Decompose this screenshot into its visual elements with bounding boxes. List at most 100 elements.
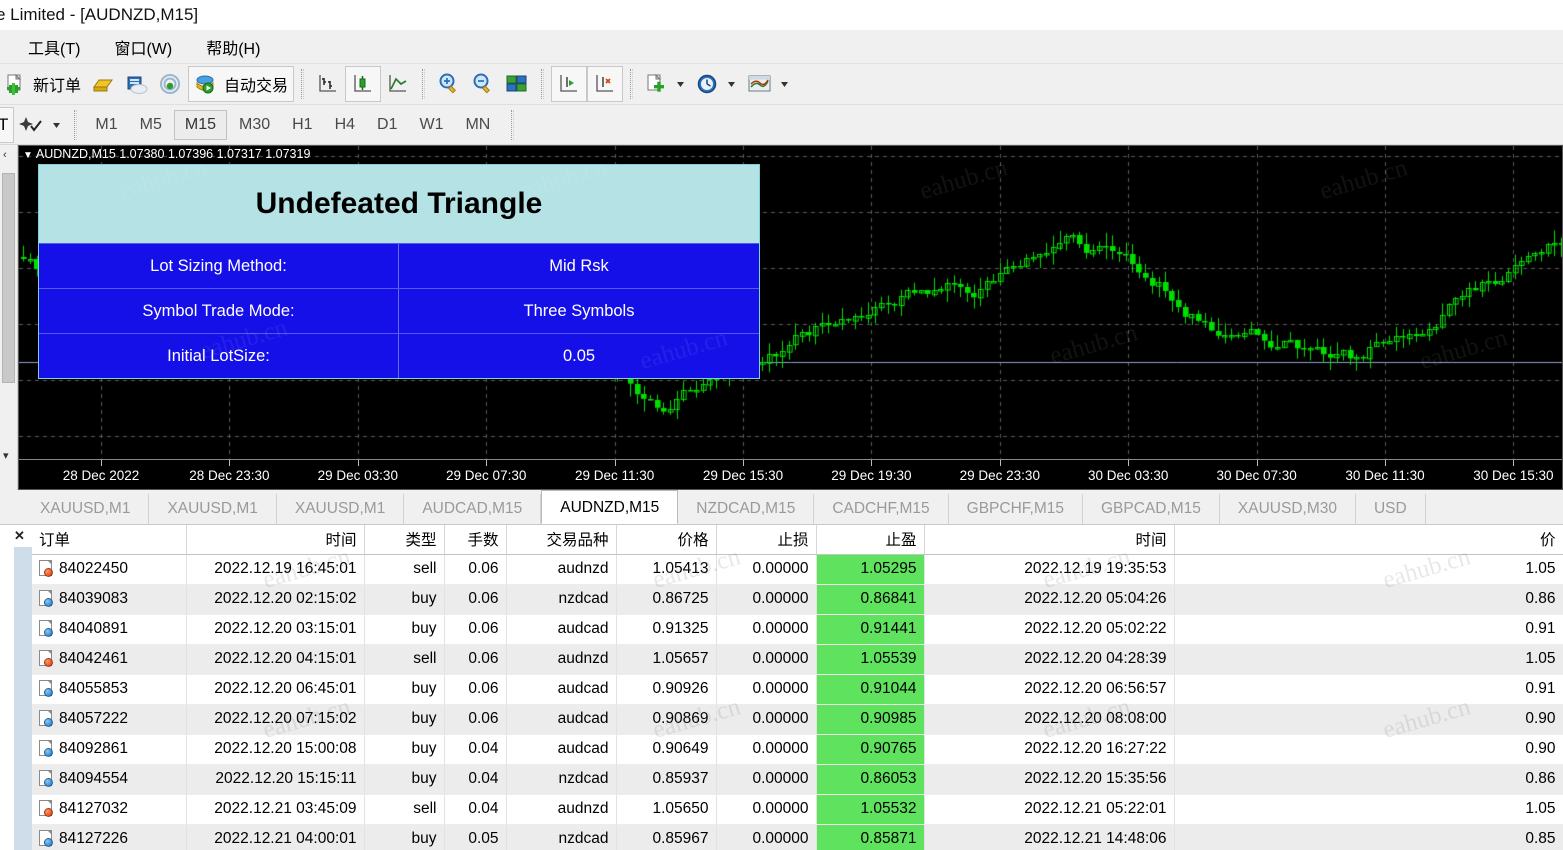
terminal-body[interactable]: 订单时间类型手数交易品种价格止损止盈时间价 840224502022.12.19… — [32, 525, 1563, 850]
period-button[interactable] — [691, 66, 742, 102]
orders-column-header[interactable]: 价 — [1174, 525, 1563, 554]
order-sl-cell: 0.00000 — [716, 794, 816, 824]
order-type-cell: buy — [364, 674, 444, 704]
tile-windows-button[interactable] — [500, 66, 534, 102]
collapse-triangle-icon[interactable]: ▼ — [23, 150, 33, 161]
signals-button[interactable] — [154, 66, 188, 102]
table-row[interactable]: 840224502022.12.19 16:45:01sell0.06audnz… — [32, 554, 1563, 584]
menu-item-help[interactable]: 帮助(H) — [206, 35, 260, 59]
orders-column-header[interactable]: 时间 — [186, 525, 364, 554]
orders-column-header[interactable]: 订单 — [32, 525, 186, 554]
menu-item-window[interactable]: 窗口(W) — [114, 35, 172, 59]
order-ticket-cell[interactable]: 84092861 — [32, 734, 186, 764]
orders-column-header[interactable]: 止损 — [716, 525, 816, 554]
table-row[interactable]: 840945542022.12.20 15:15:11buy0.04nzdcad… — [32, 764, 1563, 794]
table-row[interactable]: 840572222022.12.20 07:15:02buy0.06audcad… — [32, 704, 1563, 734]
text-tool-button[interactable]: T — [0, 107, 14, 143]
ea-panel-row: Symbol Trade Mode: Three Symbols — [39, 288, 759, 333]
order-ticket-cell[interactable]: 84039083 — [32, 584, 186, 614]
timeframe-mn[interactable]: MN — [455, 111, 500, 139]
timeframe-h1[interactable]: H1 — [282, 111, 322, 139]
chevron-left-icon[interactable]: ‹ — [3, 149, 7, 161]
main-toolbar: 新订单 — [0, 64, 1563, 105]
orders-column-header[interactable]: 时间 — [924, 525, 1174, 554]
ea-row-label: Lot Sizing Method: — [39, 244, 399, 288]
timeframe-w1[interactable]: W1 — [409, 111, 453, 139]
chart-canvas-container[interactable]: ▼AUDNZD,M15 1.07380 1.07396 1.07317 1.07… — [18, 145, 1563, 490]
rail-scroll-thumb[interactable] — [2, 173, 15, 383]
order-ticket-cell[interactable]: 84040891 — [32, 614, 186, 644]
chart-tab-gbpcad-m15[interactable]: GBPCAD,M15 — [1083, 494, 1220, 524]
zoom-out-button[interactable] — [466, 66, 500, 102]
chevron-down-icon[interactable] — [779, 73, 790, 95]
order-type-cell: sell — [364, 554, 444, 584]
order-price-cell: 0.90926 — [616, 674, 716, 704]
order-tp-cell: 1.05532 — [816, 794, 924, 824]
order-price-cell: 0.85937 — [616, 764, 716, 794]
order-ticket-cell[interactable]: 84094554 — [32, 764, 186, 794]
chevron-down-icon[interactable] — [51, 115, 62, 135]
order-ticket-cell[interactable]: 84042461 — [32, 644, 186, 674]
gold-bar-button[interactable] — [86, 66, 120, 102]
orders-column-header[interactable]: 价格 — [616, 525, 716, 554]
menu-item-tools[interactable]: 工具(T) — [28, 35, 80, 59]
new-order-button[interactable]: 新订单 — [0, 66, 86, 102]
order-ticket-cell[interactable]: 84022450 — [32, 554, 186, 584]
bar-chart-button[interactable] — [311, 66, 345, 102]
orders-column-header[interactable]: 手数 — [444, 525, 506, 554]
time-axis-label: 30 Dec 11:30 — [1345, 468, 1424, 483]
templates-button[interactable] — [742, 66, 795, 102]
chart-tab-xauusd-m30[interactable]: XAUUSD,M30 — [1220, 494, 1356, 524]
crosshair-tools-button[interactable] — [14, 107, 67, 143]
table-row[interactable]: 841272262022.12.21 04:00:01buy0.05nzdcad… — [32, 824, 1563, 850]
timeframe-m15[interactable]: M15 — [174, 110, 227, 140]
time-axis-label: 30 Dec 15:30 — [1473, 468, 1553, 483]
order-tp-cell: 0.91044 — [816, 674, 924, 704]
order-ticket-cell[interactable]: 84055853 — [32, 674, 186, 704]
table-row[interactable]: 840928612022.12.20 15:00:08buy0.04audcad… — [32, 734, 1563, 764]
orders-column-header[interactable]: 类型 — [364, 525, 444, 554]
candlestick-chart-button[interactable] — [345, 66, 381, 102]
order-ticket-cell[interactable]: 84127032 — [32, 794, 186, 824]
data-window-button[interactable] — [120, 66, 154, 102]
order-symbol-cell: audnzd — [506, 794, 616, 824]
chart-tab-audcad-m15[interactable]: AUDCAD,M15 — [404, 494, 541, 524]
chart-tab-audnzd-m15[interactable]: AUDNZD,M15 — [541, 490, 678, 524]
chevron-down-icon[interactable] — [675, 73, 686, 95]
zoom-in-button[interactable] — [432, 66, 466, 102]
order-time-cell: 2022.12.20 04:15:01 — [186, 644, 364, 674]
chart-tab-nzdcad-m15[interactable]: NZDCAD,M15 — [678, 494, 814, 524]
table-row[interactable]: 840408912022.12.20 03:15:01buy0.06audcad… — [32, 614, 1563, 644]
chart-tab-xauusd-m1[interactable]: XAUUSD,M1 — [22, 494, 149, 524]
time-axis-label: 29 Dec 19:30 — [831, 468, 911, 483]
chart-tab-cadchf-m15[interactable]: CADCHF,M15 — [814, 494, 948, 524]
chart-left-rail[interactable]: ‹ ▾ — [0, 145, 18, 490]
table-row[interactable]: 840390832022.12.20 02:15:02buy0.06nzdcad… — [32, 584, 1563, 614]
timeframe-m1[interactable]: M1 — [85, 111, 127, 139]
chart-tab-gbpchf-m15[interactable]: GBPCHF,M15 — [949, 494, 1083, 524]
orders-header-row: 订单时间类型手数交易品种价格止损止盈时间价 — [32, 525, 1563, 554]
chart-tab-xauusd-m1[interactable]: XAUUSD,M1 — [277, 494, 404, 524]
table-row[interactable]: 841270322022.12.21 03:45:09sell0.04audnz… — [32, 794, 1563, 824]
line-chart-button[interactable] — [381, 66, 415, 102]
auto-trading-button[interactable]: 自动交易 — [188, 66, 294, 102]
orders-column-header[interactable]: 交易品种 — [506, 525, 616, 554]
chart-tab-usd[interactable]: USD — [1356, 494, 1426, 524]
add-indicator-button[interactable] — [640, 66, 691, 102]
chart-tab-xauusd-m1[interactable]: XAUUSD,M1 — [149, 494, 276, 524]
timeframe-h4[interactable]: H4 — [325, 111, 365, 139]
timeframe-d1[interactable]: D1 — [367, 111, 407, 139]
auto-scroll-button[interactable] — [587, 66, 623, 102]
order-symbol-cell: audnzd — [506, 554, 616, 584]
close-icon[interactable]: ✕ — [14, 528, 25, 544]
table-row[interactable]: 840424612022.12.20 04:15:01sell0.06audnz… — [32, 644, 1563, 674]
order-ticket-cell[interactable]: 84057222 — [32, 704, 186, 734]
table-row[interactable]: 840558532022.12.20 06:45:01buy0.06audcad… — [32, 674, 1563, 704]
chevron-down-icon[interactable]: ▾ — [3, 449, 9, 462]
timeframe-m30[interactable]: M30 — [229, 111, 280, 139]
shift-end-button[interactable] — [551, 66, 587, 102]
order-ticket-cell[interactable]: 84127226 — [32, 824, 186, 850]
timeframe-m5[interactable]: M5 — [130, 111, 172, 139]
orders-column-header[interactable]: 止盈 — [816, 525, 924, 554]
chevron-down-icon[interactable] — [726, 73, 737, 95]
